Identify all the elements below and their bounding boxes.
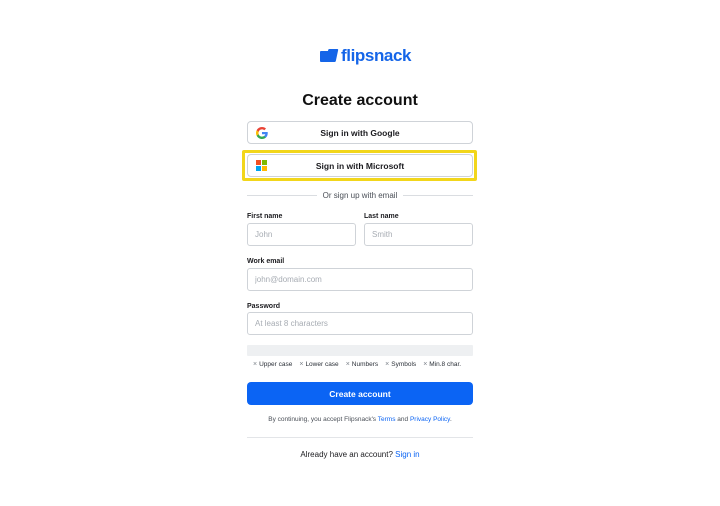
first-name-label: First name: [247, 213, 283, 220]
google-signin-label: Sign in with Google: [320, 127, 400, 138]
x-icon: ×: [423, 361, 428, 368]
divider-line-right: [403, 194, 474, 196]
signin-link[interactable]: Sign in: [395, 450, 419, 459]
legal-text: By continuing, you accept Flipsnack's Te…: [268, 416, 452, 423]
x-icon: ×: [345, 361, 350, 368]
microsoft-icon: [256, 160, 268, 172]
password-input[interactable]: [247, 312, 473, 335]
last-name-label: Last name: [364, 213, 399, 220]
microsoft-signin-label: Sign in with Microsoft: [315, 160, 405, 171]
password-rules: × Upper case × Lower case × Numbers × Symbol…: [253, 361, 461, 368]
terms-link[interactable]: Terms: [378, 416, 396, 423]
email-divider: Or sign up with email: [247, 190, 474, 200]
last-name-input[interactable]: [364, 223, 473, 246]
rule-lower-case: × Lower case: [299, 361, 339, 368]
work-email-input[interactable]: [247, 268, 473, 291]
x-icon: ×: [253, 361, 258, 368]
divider-text: Or sign up with email: [322, 190, 398, 200]
create-account-button[interactable]: Create account: [247, 382, 473, 405]
x-icon: ×: [385, 361, 390, 368]
google-signin-button[interactable]: Sign in with Google: [247, 121, 473, 144]
divider-line-left: [247, 194, 317, 196]
flipsnack-logo-icon: [320, 49, 339, 63]
google-icon: [256, 127, 268, 139]
work-email-label: Work email: [247, 258, 285, 265]
signin-prompt: Already have an account? Sign in: [300, 450, 420, 459]
first-name-input[interactable]: [247, 223, 356, 246]
rule-symbols: × Symbols: [385, 361, 417, 368]
privacy-policy-link[interactable]: Privacy Policy: [410, 416, 450, 423]
x-icon: ×: [299, 361, 304, 368]
logo-text: flipsnack: [341, 46, 412, 65]
rule-numbers: × Numbers: [345, 361, 379, 368]
password-strength-bar: [247, 345, 473, 356]
rule-upper-case: × Upper case: [253, 361, 293, 368]
flipsnack-logo[interactable]: flipsnack: [320, 46, 412, 66]
page-title: Create account: [302, 92, 418, 109]
footer-separator: [247, 437, 473, 438]
microsoft-signin-button[interactable]: Sign in with Microsoft: [247, 154, 473, 177]
password-label: Password: [247, 303, 281, 310]
rule-min-chars: × Min.8 char.: [423, 361, 462, 368]
